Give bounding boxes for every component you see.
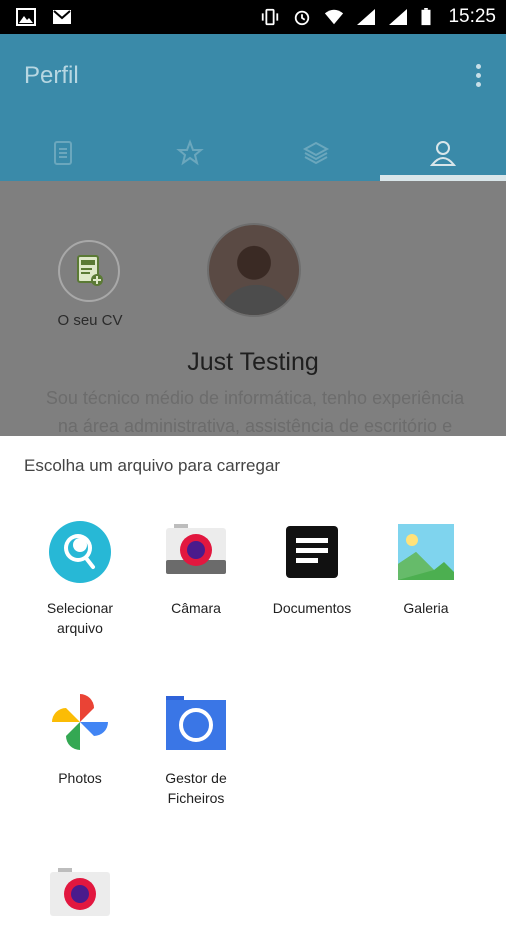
gmail-notification-icon [52,8,72,26]
signal-icon-2 [388,8,408,26]
cv-label: O seu CV [50,312,130,329]
app-gestor-de-ficheiros[interactable]: Gestor de Ficheiros [138,690,254,808]
app-label: Photos [22,768,138,788]
camera-icon [48,864,112,928]
avatar[interactable] [207,223,301,317]
app-bar: Perfil [0,34,506,181]
app-galeria[interactable]: Galeria [368,520,484,618]
app-camera-partial[interactable] [22,864,138,928]
documents-icon [280,520,344,584]
file-manager-icon [164,690,228,754]
photos-icon [48,690,112,754]
app-documentos[interactable]: Documentos [254,520,370,618]
description-line-1: Sou técnico médio de informática, tenho … [12,384,498,412]
overflow-menu-icon[interactable] [474,64,482,90]
file-picker-icon [48,520,112,584]
signal-icon [356,8,376,26]
file-chooser-sheet: Escolha um arquivo para carregar Selecio… [0,436,506,900]
tab-bar [0,124,506,181]
description-line-2: na área administrativa, assistência de e… [12,412,498,436]
profile-section: O seu CV Just Testing Sou técnico médio … [0,181,506,436]
app-label: Câmara [138,598,254,618]
app-label: Documentos [254,598,370,618]
gallery-icon [394,520,458,584]
app-selecionar-arquivo[interactable]: Selecionar arquivo [22,520,138,638]
page-title: Perfil [24,62,79,90]
tab-favorites[interactable] [127,124,254,181]
tab-profile[interactable] [380,124,506,181]
alarm-icon [292,8,312,26]
star-icon [176,139,204,167]
status-time: 15:25 [448,6,496,28]
status-bar: 15:25 [0,0,506,34]
camera-icon [164,520,228,584]
profile-name: Just Testing [0,348,506,377]
vibrate-icon [260,8,280,26]
cv-button[interactable] [58,240,120,302]
battery-icon [420,8,432,26]
tab-document[interactable] [0,124,127,181]
profile-description: Sou técnico médio de informática, tenho … [12,384,498,436]
sheet-title: Escolha um arquivo para carregar [24,456,280,476]
layers-icon [302,139,330,167]
app-label: Gestor de Ficheiros [156,768,236,808]
app-label: Selecionar arquivo [40,598,120,638]
app-label: Galeria [368,598,484,618]
wifi-icon [324,8,344,26]
cv-document-icon [72,254,106,288]
tab-layers[interactable] [253,124,380,181]
app-photos[interactable]: Photos [22,690,138,788]
app-camara[interactable]: Câmara [138,520,254,618]
document-icon [49,139,77,167]
gallery-notification-icon [16,8,36,26]
person-icon [429,139,457,167]
